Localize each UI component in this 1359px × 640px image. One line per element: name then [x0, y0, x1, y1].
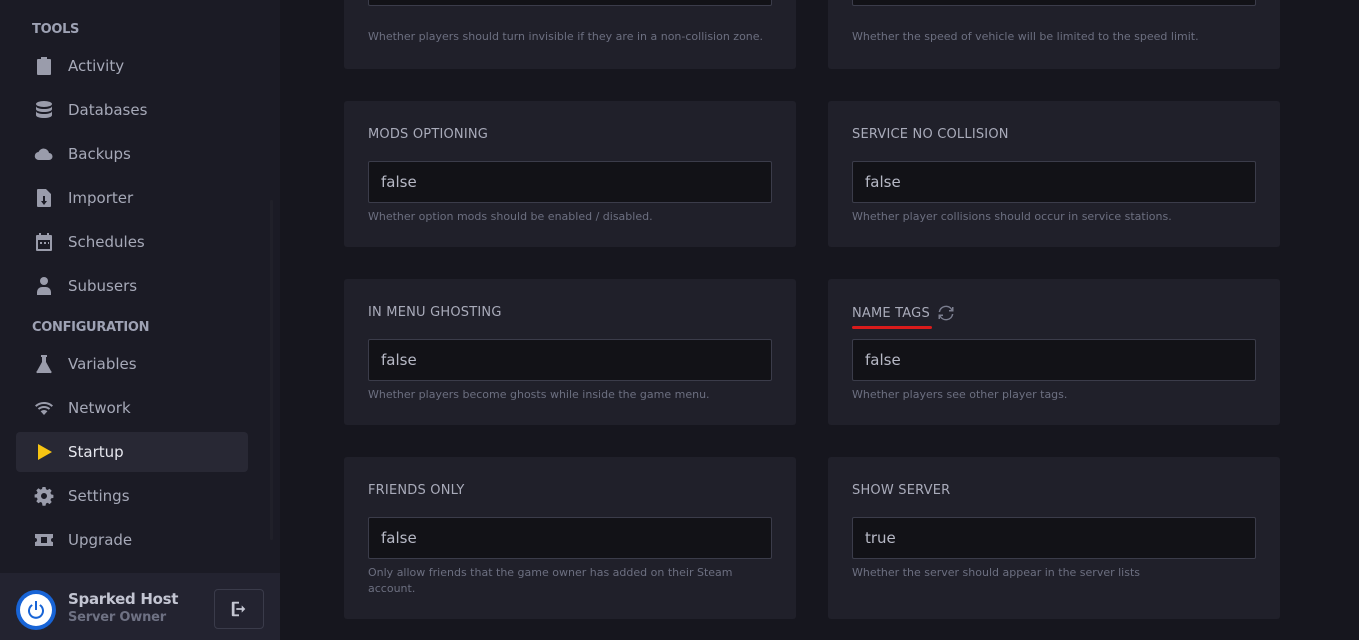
sidebar-item-databases[interactable]: Databases [16, 90, 248, 130]
clipboard-icon [33, 55, 55, 77]
sidebar-item-upgrade[interactable]: Upgrade [16, 520, 248, 560]
variable-card-show-server: SHOW SERVER true Whether the server shou… [828, 457, 1280, 619]
sidebar-item-label: Network [68, 399, 131, 417]
sidebar-item-label: Databases [68, 101, 148, 119]
sidebar-item-label: Schedules [68, 233, 145, 251]
sidebar-item-label: Subusers [68, 277, 138, 295]
sidebar-item-backups[interactable]: Backups [16, 134, 248, 174]
variable-input[interactable]: false [368, 339, 772, 381]
user-icon [33, 275, 55, 297]
variable-label: FRIENDS ONLY [368, 483, 465, 498]
variable-input[interactable]: false [852, 0, 1256, 6]
variable-label-text: NAME TAGS [852, 305, 930, 321]
highlight-underline [852, 325, 932, 329]
sidebar-item-label: Activity [68, 57, 125, 75]
cloud-icon [33, 143, 55, 165]
sidebar-item-label: Settings [68, 487, 130, 505]
file-import-icon [33, 187, 55, 209]
variable-card-name-tags: NAME TAGS false Whether players see othe… [828, 279, 1280, 425]
variable-label: SHOW SERVER [852, 483, 951, 498]
play-icon [33, 441, 55, 463]
user-panel: Sparked Host Server Owner [0, 573, 280, 640]
variable-input[interactable]: false [852, 161, 1256, 203]
variable-description: Whether the speed of vehicle will be lim… [852, 30, 1199, 43]
variable-description: Whether player collisions should occur i… [852, 210, 1172, 223]
variable-description: Whether players see other player tags. [852, 388, 1068, 401]
sidebar-item-variables[interactable]: Variables [16, 344, 248, 384]
variable-card-mods-optioning: MODS OPTIONING false Whether option mods… [344, 101, 796, 247]
variable-card: false Whether the speed of vehicle will … [828, 0, 1280, 69]
sidebar-item-startup[interactable]: Startup [16, 432, 248, 472]
variable-description: Whether option mods should be enabled / … [368, 210, 653, 223]
variable-label-row: NAME TAGS [852, 305, 954, 329]
variable-input[interactable]: false [852, 339, 1256, 381]
variable-description: Whether players should turn invisible if… [368, 30, 764, 43]
sidebar-item-label: Upgrade [68, 531, 133, 549]
sidebar-item-label: Backups [68, 145, 131, 163]
variable-input[interactable]: true [852, 517, 1256, 559]
gear-icon [33, 485, 55, 507]
wifi-icon [33, 397, 55, 419]
calendar-icon [33, 231, 55, 253]
sidebar-item-subusers[interactable]: Subusers [16, 266, 248, 306]
refresh-icon[interactable] [938, 305, 954, 321]
sidebar-item-label: Startup [68, 443, 124, 461]
variable-description: Whether the server should appear in the … [852, 566, 1141, 579]
logout-button[interactable] [214, 589, 264, 629]
variable-label: IN MENU GHOSTING [368, 305, 502, 320]
variable-card-friends-only: FRIENDS ONLY false Only allow friends th… [344, 457, 796, 619]
variable-label: SERVICE NO COLLISION [852, 127, 1009, 142]
avatar [16, 590, 56, 630]
variable-label: MODS OPTIONING [368, 127, 489, 142]
variable-label: NAME TAGS [852, 305, 932, 329]
variable-card-in-menu-ghosting: IN MENU GHOSTING false Whether players b… [344, 279, 796, 425]
ticket-icon [33, 529, 55, 551]
variable-input[interactable]: true [368, 0, 772, 6]
sidebar-item-label: Importer [68, 189, 134, 207]
sidebar-item-label: Variables [68, 355, 137, 373]
tools-section-title: TOOLS [32, 22, 80, 37]
variable-description: Only allow friends that the game owner h… [368, 566, 733, 595]
user-name: Sparked Host [68, 590, 179, 608]
database-icon [33, 99, 55, 121]
variable-description: Whether players become ghosts while insi… [368, 388, 710, 401]
variable-card-service-no-collision: SERVICE NO COLLISION false Whether playe… [828, 101, 1280, 247]
sidebar-item-settings[interactable]: Settings [16, 476, 248, 516]
configuration-section-title: CONFIGURATION [32, 320, 150, 335]
sidebar-item-activity[interactable]: Activity [16, 46, 248, 86]
sidebar: TOOLS Activity Databases Backups Importe… [0, 0, 280, 640]
power-icon [28, 601, 44, 619]
sidebar-item-schedules[interactable]: Schedules [16, 222, 248, 262]
logout-icon [231, 601, 246, 617]
flask-icon [33, 353, 55, 375]
variable-card: true Whether players should turn invisib… [344, 0, 796, 69]
variable-input[interactable]: false [368, 161, 772, 203]
sidebar-item-importer[interactable]: Importer [16, 178, 248, 218]
variable-input[interactable]: false [368, 517, 772, 559]
sidebar-item-network[interactable]: Network [16, 388, 248, 428]
sidebar-scrollbar[interactable] [270, 200, 273, 540]
user-role: Server Owner [68, 610, 166, 625]
